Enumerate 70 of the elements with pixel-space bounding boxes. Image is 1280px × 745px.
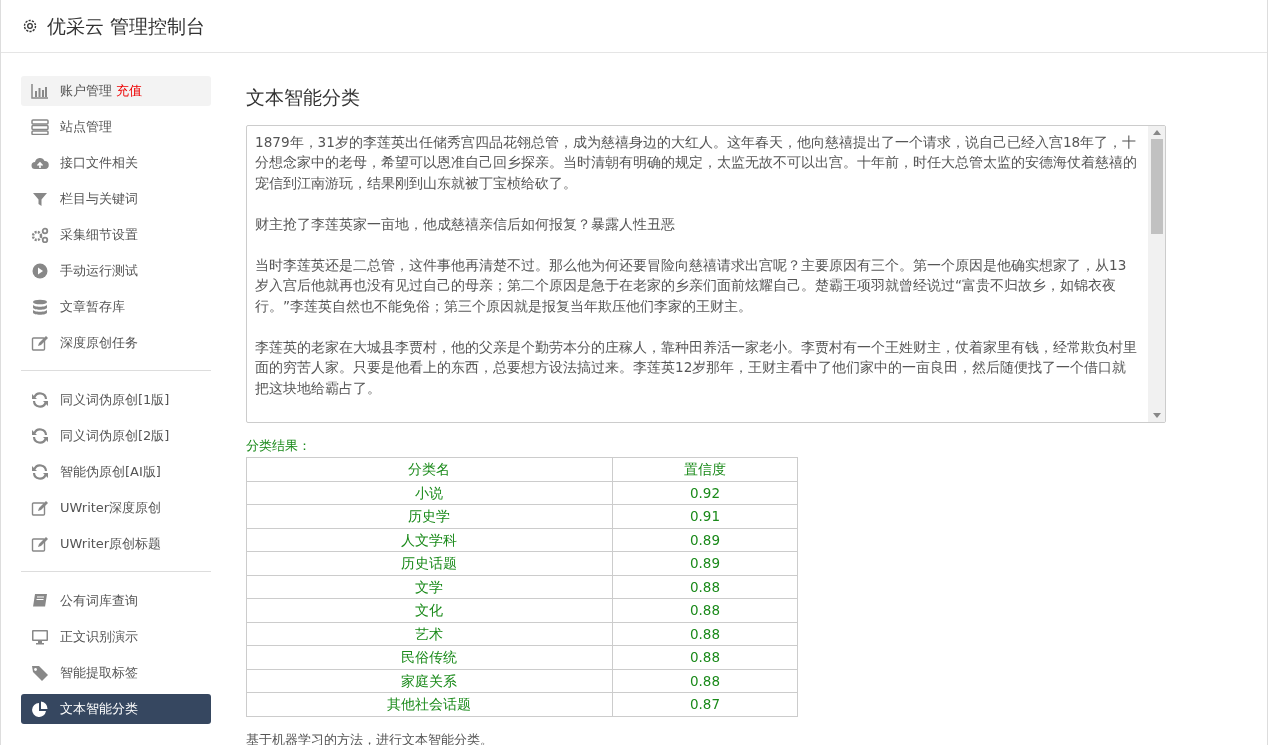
sidebar-item[interactable]: 文章暂存库 [21,292,211,322]
sidebar-item[interactable]: 公有词库查询 [21,586,211,616]
table-cell: 0.88 [612,669,798,693]
table-cell: 0.91 [612,504,798,528]
play-icon [31,263,49,279]
recharge-link[interactable]: 充值 [116,81,142,101]
table-cell: 0.88 [612,575,798,599]
refresh-icon [31,428,49,444]
edit-icon [31,536,49,552]
description: 基于机器学习的方法，进行文本智能分类。 [246,730,494,745]
sidebar-item[interactable]: 同义词伪原创[2版] [21,421,211,451]
table-cell: 0.88 [612,598,798,622]
app-title: 优采云 管理控制台 [47,13,206,39]
scrollbar-thumb[interactable] [1150,138,1163,234]
table-cell: 家庭关系 [246,669,613,693]
result-label: 分类结果： [246,436,312,455]
sidebar-item[interactable]: 账户管理 充值 [21,76,211,106]
paragraph: 1879年，31岁的李莲英出任储秀宫四品花翎总管，成为慈禧身边的大红人。这年春天，他向慈禧提出了一个请求，说自己已经入宫18年了，十分想念家中的老母，希望可以恩准自己回乡探亲。当时清朝有明确的规定，太监无故不可以出宫。十年前，时任大总管太监的安德海仗着慈禧的宠信到江南游玩，结果刚到山东就被丁宝桢给砍了。 [255,132,1138,193]
paragraph: 财主抢了李莲英家一亩地，他成慈禧亲信后如何报复？暴露人性丑恶 [255,214,676,234]
paragraph: 李莲英的老家在大城县李贾村，他的父亲是个勤劳本分的庄稼人，靠种田养活一家老小。李贾村有一个王姓财主，仗着家里有钱，经常欺负村里面的穷苦人家。只要是他看上的东西，总要想方设法搞过来。李莲英12岁那年，王财主看中了他们家中的一亩良田，然后随便找了一个借口就把这块地给霸占了。 [255,337,1138,398]
sidebar-item[interactable]: 手动运行测试 [21,256,211,286]
gears-icon [31,227,49,243]
table-cell: 文学 [246,575,613,599]
column-header: 分类名 [246,457,613,481]
sidebar-item[interactable]: 文本智能分类 [21,694,211,724]
sidebar-item[interactable]: UWriter原创标题 [21,529,211,559]
table-cell: 历史话题 [246,551,613,575]
cloud-upload-icon [31,155,49,171]
sidebar-item[interactable]: 深度原创任务 [21,328,211,358]
text-input[interactable] [246,124,1166,423]
sidebar-item[interactable]: UWriter深度原创 [21,493,211,523]
table-cell: 小说 [246,481,613,505]
server-icon [31,119,49,135]
database-icon [31,299,49,315]
sidebar-item[interactable]: 智能提取标签 [21,658,211,688]
table-cell: 0.87 [612,692,798,716]
sidebar-item[interactable]: 同义词伪原创[1版] [21,385,211,415]
table-cell: 0.89 [612,528,798,552]
bar-chart-icon [31,83,49,99]
monitor-icon [31,629,49,645]
filter-icon [31,191,49,207]
table-cell: 其他社会话题 [246,692,613,716]
scroll-up-icon[interactable] [1152,129,1161,135]
gear-icon [21,17,39,35]
refresh-icon [31,392,49,408]
tag-icon [31,665,49,681]
table-cell: 文化 [246,598,613,622]
table-cell: 民俗传统 [246,645,613,669]
sidebar-item[interactable]: 正文识别演示 [21,622,211,652]
edit-icon [31,500,49,516]
pie-chart-icon [31,701,49,717]
sidebar-item[interactable]: 智能伪原创[AI版] [21,457,211,487]
sidebar-item[interactable]: 采集细节设置 [21,220,211,250]
table-cell: 0.92 [612,481,798,505]
sidebar-item[interactable]: 站点管理 [21,112,211,142]
table-cell: 0.88 [612,645,798,669]
book-icon [31,593,49,609]
sidebar-item[interactable]: 栏目与关键词 [21,184,211,214]
column-header: 置信度 [612,457,798,481]
table-cell: 人文学科 [246,528,613,552]
scroll-down-icon[interactable] [1152,412,1161,418]
page-title: 文本智能分类 [246,85,361,110]
table-cell: 艺术 [246,622,613,646]
table-cell: 历史学 [246,504,613,528]
refresh-icon [31,464,49,480]
edit-icon [31,335,49,351]
table-cell: 0.89 [612,551,798,575]
paragraph: 当时李莲英还是二总管，这件事他再清楚不过。那么他为何还要冒险向慈禧请求出宫呢？主要原因有三个。第一个原因是他确实想家了，从13岁入宫后他就再也没有见过自己的母亲；第二个原因是急于在老家的乡亲们面前炫耀自己。楚霸王项羽就曾经说过“富贵不归故乡，如锦衣夜行。”李莲英自然也不能免俗；第三个原因就是报复当年欺压他们李家的王财主。 [255,255,1128,316]
sidebar-item[interactable]: 接口文件相关 [21,148,211,178]
table-cell: 0.88 [612,622,798,646]
